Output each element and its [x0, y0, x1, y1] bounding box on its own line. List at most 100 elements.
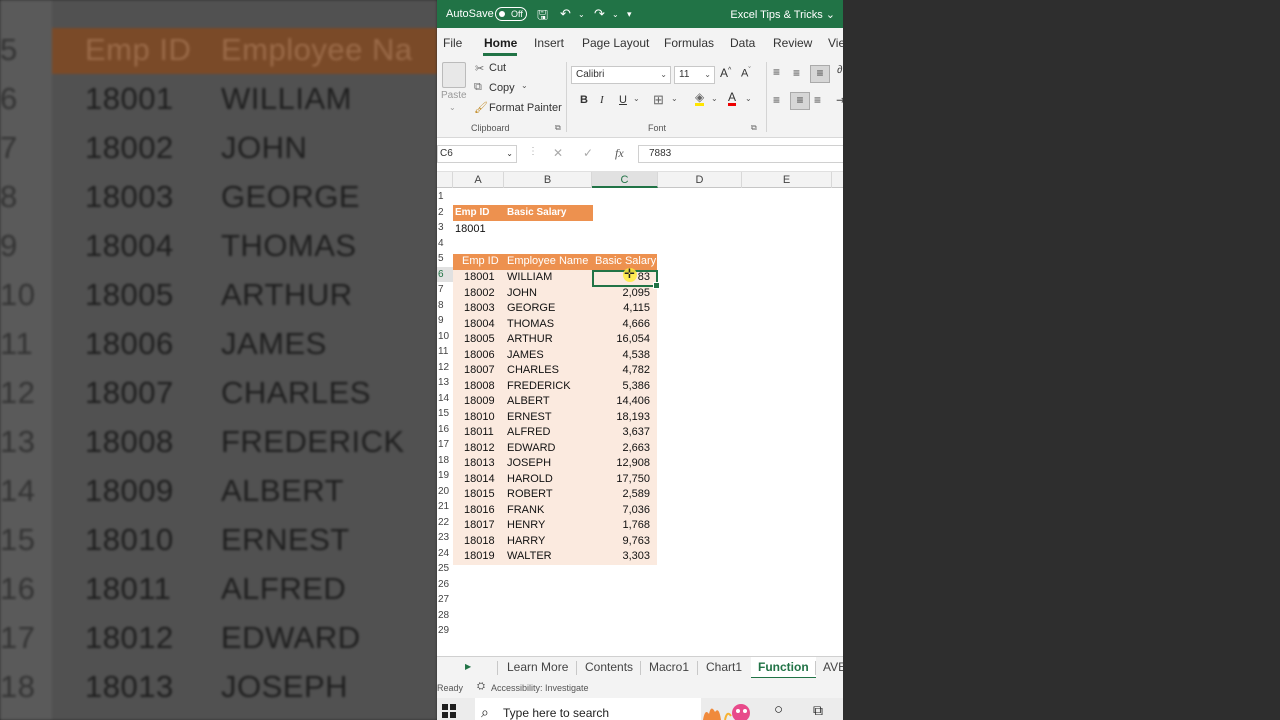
accessibility-status[interactable]: Accessibility: Investigate [491, 683, 589, 693]
bold-button[interactable]: B [580, 94, 588, 106]
table-cell-basic-salary[interactable]: 18,193 [592, 410, 650, 426]
column-header-a[interactable]: A [453, 172, 504, 188]
table-cell-emp-id[interactable]: 18007 [464, 363, 495, 379]
table-cell-basic-salary[interactable]: 17,750 [592, 472, 650, 488]
table-cell-basic-salary[interactable]: 2,663 [592, 441, 650, 457]
row-header[interactable]: 1 [437, 189, 453, 205]
worksheet-grid[interactable]: 1 2 3 4 5 6 7 8 9 10 11 12 13 14 15 16 17 18 19 20 21 22 23 24 2… [437, 188, 843, 656]
table-cell-emp-id[interactable]: 18004 [464, 317, 495, 333]
tab-review[interactable]: Review [773, 36, 812, 50]
row-header[interactable]: 29 [437, 623, 453, 639]
increase-font-icon[interactable]: A^ [720, 66, 731, 80]
table-cell-employee-name[interactable]: HARRY [507, 534, 545, 550]
table-cell-employee-name[interactable]: ALFRED [507, 425, 550, 441]
formula-input[interactable]: 7883 [638, 145, 843, 163]
table-cell-emp-id[interactable]: 18012 [464, 441, 495, 457]
font-name-select[interactable]: Calibri ⌄ [571, 66, 671, 84]
enter-icon[interactable]: ✓ [583, 146, 593, 160]
table-cell-emp-id[interactable]: 18011 [464, 425, 494, 441]
row-header[interactable]: 22 [437, 515, 453, 531]
table-cell-basic-salary[interactable]: 4,538 [592, 348, 650, 364]
table-cell-basic-salary[interactable]: 3,303 [592, 549, 650, 565]
redo-icon[interactable]: ↷ [594, 6, 605, 22]
column-header-e[interactable]: E [742, 172, 832, 188]
table-cell-employee-name[interactable]: WALTER [507, 549, 552, 565]
table-cell-employee-name[interactable]: ERNEST [507, 410, 552, 426]
undo-dropdown-icon[interactable]: ⌄ [578, 10, 585, 19]
table-cell-emp-id[interactable]: 18001 [464, 270, 495, 286]
tab-page-layout[interactable]: Page Layout [582, 36, 649, 50]
paste-dropdown-icon[interactable]: ⌄ [449, 103, 456, 112]
column-header-c[interactable]: C [592, 172, 658, 188]
row-header[interactable]: 10 [437, 329, 453, 345]
align-bottom-icon[interactable]: ≡ [810, 65, 830, 83]
row-header[interactable]: 12 [437, 360, 453, 376]
table-cell-employee-name[interactable]: THOMAS [507, 317, 554, 333]
row-header[interactable]: 27 [437, 592, 453, 608]
table-cell-emp-id[interactable]: 18018 [464, 534, 495, 550]
table-cell-employee-name[interactable]: HAROLD [507, 472, 553, 488]
sheet-tab-learn-more[interactable]: Learn More [507, 660, 568, 674]
copy-dropdown-icon[interactable]: ⌄ [521, 81, 528, 90]
table-cell-basic-salary[interactable]: 4,666 [592, 317, 650, 333]
table-cell-basic-salary[interactable]: 16,054 [592, 332, 650, 348]
table-cell-emp-id[interactable]: 18010 [464, 410, 495, 426]
cortana-icon[interactable]: ○ [774, 701, 783, 718]
borders-icon[interactable]: ⊞ [653, 92, 664, 108]
tab-home[interactable]: Home [484, 36, 517, 50]
taskbar-search-box[interactable]: ⌕ Type here to search [475, 698, 701, 720]
table-cell-employee-name[interactable]: FREDERICK [507, 379, 571, 395]
tab-insert[interactable]: Insert [534, 36, 564, 50]
borders-dropdown-icon[interactable]: ⌄ [671, 94, 678, 103]
column-header-d[interactable]: D [658, 172, 742, 188]
row-header[interactable]: 20 [437, 484, 453, 500]
format-painter-button[interactable]: Format Painter [489, 102, 562, 114]
table-cell-employee-name[interactable]: HENRY [507, 518, 545, 534]
customize-toolbar-icon[interactable]: ▾ [627, 9, 632, 20]
font-color-dropdown-icon[interactable]: ⌄ [745, 94, 752, 103]
scroll-sheets-right-icon[interactable]: ▶ [465, 662, 471, 671]
more-options-icon[interactable]: ⋮ [528, 146, 538, 157]
paste-button[interactable]: Paste [441, 90, 467, 101]
table-cell-basic-salary[interactable]: 4,115 [592, 301, 650, 317]
row-header[interactable]: 26 [437, 577, 453, 593]
lookup-header-basic-salary[interactable]: Basic Salary [507, 205, 567, 221]
table-cell-basic-salary[interactable]: 3,637 [592, 425, 650, 441]
table-cell-basic-salary[interactable]: 1,768 [592, 518, 650, 534]
format-painter-icon[interactable]: 🖌 [474, 101, 488, 114]
redo-dropdown-icon[interactable]: ⌄ [612, 10, 619, 19]
table-cell-basic-salary[interactable]: 4,782 [592, 363, 650, 379]
row-header[interactable]: 28 [437, 608, 453, 624]
tab-data[interactable]: Data [730, 36, 755, 50]
table-cell-basic-salary[interactable]: 2,095 [592, 286, 650, 302]
table-cell-employee-name[interactable]: GEORGE [507, 301, 555, 317]
table-cell-basic-salary[interactable]: 14,406 [592, 394, 650, 410]
cut-button[interactable]: Cut [489, 62, 506, 74]
row-header[interactable]: 7 [437, 282, 453, 298]
fill-color-dropdown-icon[interactable]: ⌄ [711, 94, 718, 103]
sheet-tab-contents[interactable]: Contents [585, 660, 633, 674]
row-header[interactable]: 23 [437, 530, 453, 546]
indent-icon[interactable]: ⇥ [836, 93, 843, 107]
save-icon[interactable]: 🖫 [537, 6, 548, 28]
sheet-tab-function[interactable]: Function [751, 657, 816, 679]
align-right-icon[interactable]: ≡ [814, 93, 821, 107]
table-cell-emp-id[interactable]: 18014 [464, 472, 495, 488]
row-header[interactable]: 9 [437, 313, 453, 329]
lookup-header-emp-id[interactable]: Emp ID [455, 205, 489, 221]
row-header[interactable]: 2 [437, 205, 453, 221]
align-top-icon[interactable]: ≡ [773, 65, 780, 79]
tab-file[interactable]: File [443, 36, 462, 50]
align-center-icon[interactable]: ≡ [790, 92, 810, 110]
align-middle-icon[interactable]: ≡ [793, 66, 800, 80]
table-cell-basic-salary[interactable]: 9,763 [592, 534, 650, 550]
underline-dropdown-icon[interactable]: ⌄ [633, 94, 640, 103]
table-cell-basic-salary[interactable]: 2,589 [592, 487, 650, 503]
decrease-font-icon[interactable]: Aˇ [741, 67, 751, 80]
row-header[interactable]: 17 [437, 437, 453, 453]
sheet-tab-chart1[interactable]: Chart1 [706, 660, 742, 674]
row-header[interactable]: 13 [437, 375, 453, 391]
table-cell-employee-name[interactable]: WILLIAM [507, 270, 552, 286]
row-header[interactable]: 5 [437, 251, 453, 267]
table-cell-emp-id[interactable]: 18017 [464, 518, 495, 534]
